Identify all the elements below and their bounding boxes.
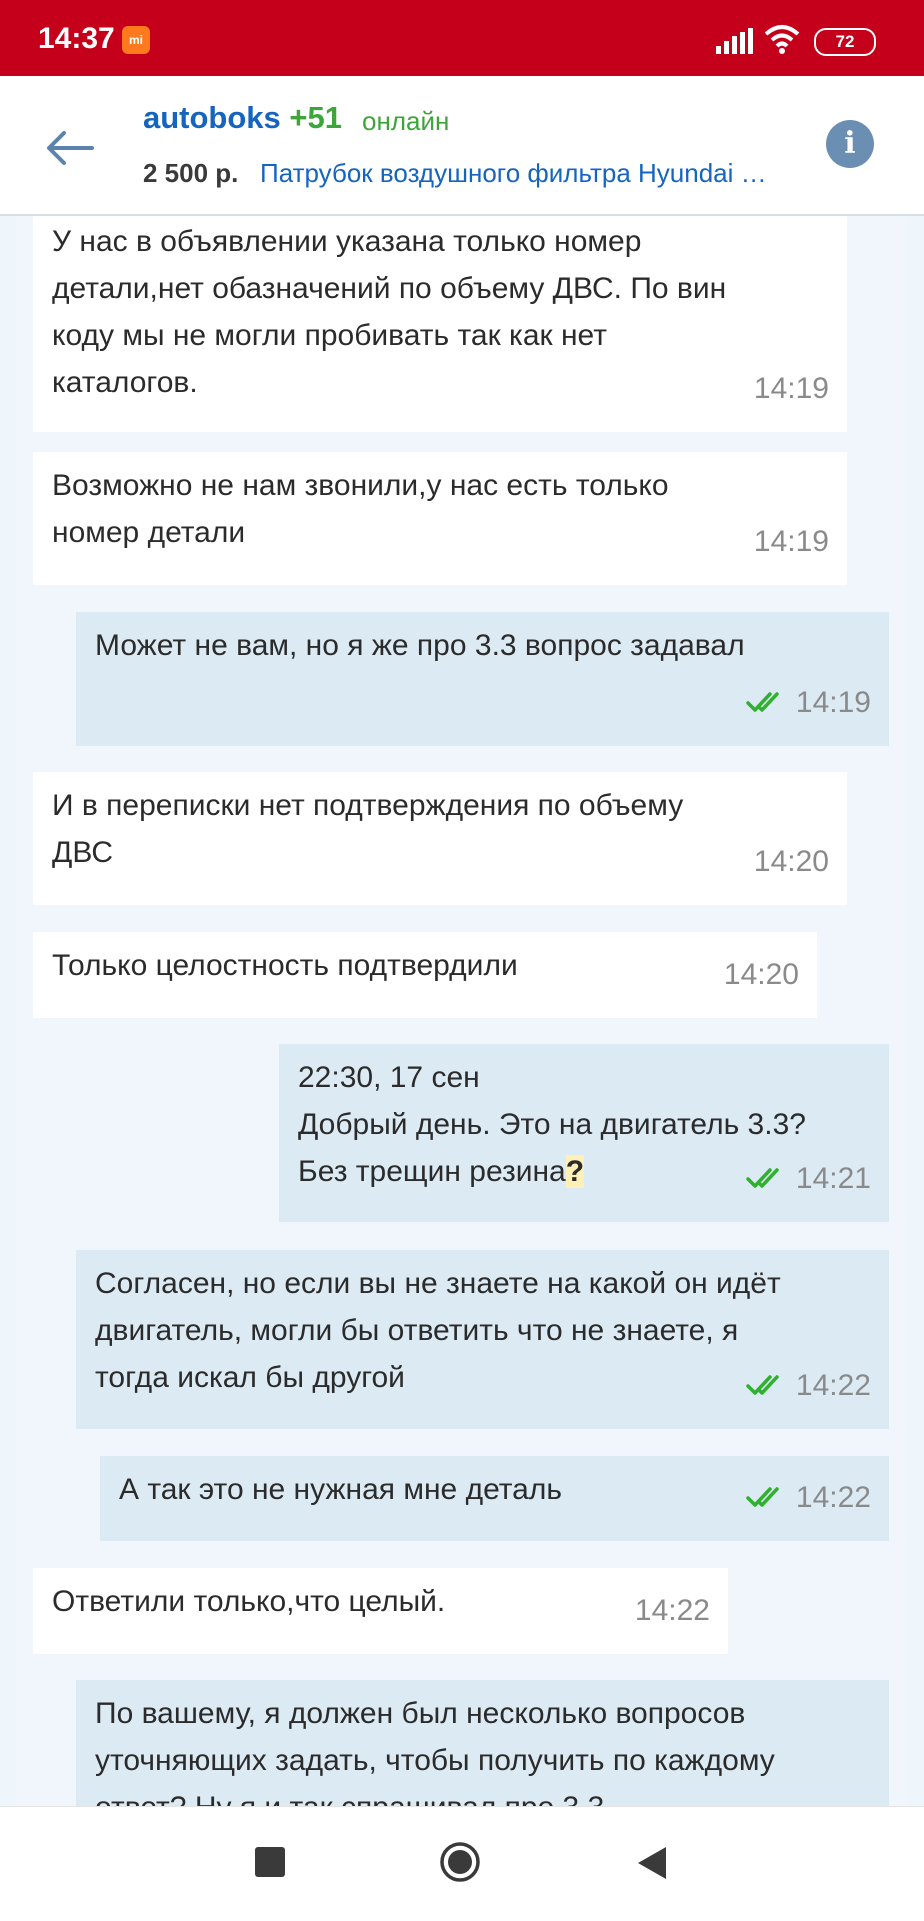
message-bubble-incoming[interactable]: И в переписки нет подтверждения по объем… xyxy=(33,772,847,905)
seller-rating: +51 xyxy=(289,100,343,135)
info-icon[interactable]: i xyxy=(826,120,874,168)
seller-name-text: autoboks xyxy=(143,100,281,135)
message-time: 14:20 xyxy=(753,845,829,878)
status-bar: 14:37 mi 72 xyxy=(0,0,924,76)
message-bubble-incoming[interactable]: Возможно не нам звонили,у нас есть тольк… xyxy=(33,452,847,585)
double-check-icon xyxy=(746,692,779,712)
message-time: 14:21 xyxy=(795,1162,871,1195)
message-time: 14:22 xyxy=(795,1369,871,1402)
quoted-timestamp: 22:30, 17 сен xyxy=(298,1061,480,1094)
online-status: онлайн xyxy=(362,106,450,136)
double-check-icon xyxy=(746,1168,779,1188)
message-text: Возможно не нам звонили,у нас есть тольк… xyxy=(52,469,669,549)
back-triangle-icon[interactable] xyxy=(636,1845,668,1881)
recent-apps-icon[interactable] xyxy=(255,1847,285,1877)
message-text: Добрый день. Это на двигатель 3.3? Без т… xyxy=(298,1108,806,1188)
message-time: 14:20 xyxy=(723,958,799,991)
message-time: 14:19 xyxy=(753,525,829,558)
mi-notification-icon: mi xyxy=(122,26,150,54)
message-bubble-incoming[interactable]: У нас в объявлении указана только номер … xyxy=(33,216,847,432)
chat-header: autoboks +51 онлайн 2 500 р. Патрубок во… xyxy=(0,76,924,216)
system-nav-bar xyxy=(0,1806,924,1921)
item-title-link[interactable]: Патрубок воздушного фильтра Hyundai Sant… xyxy=(260,158,780,189)
message-time: 14:19 xyxy=(795,686,871,719)
message-time: 14:22 xyxy=(634,1594,710,1627)
message-text: Может не вам, но я же про 3.3 вопрос зад… xyxy=(95,629,745,662)
double-check-icon xyxy=(746,1375,779,1395)
highlighted-question-mark: ? xyxy=(565,1155,585,1188)
arrow-left-icon[interactable] xyxy=(42,120,98,176)
message-text: Ответили только,что целый. xyxy=(52,1585,446,1618)
item-price: 2 500 р. xyxy=(143,158,239,188)
home-icon[interactable] xyxy=(439,1841,481,1883)
chat-messages[interactable]: У нас в объявлении указана только номер … xyxy=(0,216,924,1806)
message-bubble-outgoing[interactable]: Может не вам, но я же про 3.3 вопрос зад… xyxy=(76,612,889,746)
seller-name[interactable]: autoboks +51 xyxy=(143,100,342,136)
message-bubble-outgoing[interactable]: А так это не нужная мне деталь 14:22 xyxy=(100,1456,889,1541)
message-text: По вашему, я должен был несколько вопрос… xyxy=(95,1697,775,1806)
wifi-icon xyxy=(764,25,800,54)
message-text: И в переписки нет подтверждения по объем… xyxy=(52,789,684,869)
message-bubble-outgoing-reply[interactable]: 22:30, 17 сен Добрый день. Это на двигат… xyxy=(279,1044,889,1222)
message-bubble-incoming[interactable]: Только целостность подтвердили 14:20 xyxy=(33,932,817,1018)
battery-icon: 72 xyxy=(814,28,876,56)
message-bubble-outgoing[interactable]: По вашему, я должен был несколько вопрос… xyxy=(76,1680,889,1806)
message-time: 14:19 xyxy=(753,372,829,405)
status-time: 14:37 xyxy=(38,22,115,55)
message-bubble-outgoing[interactable]: Согласен, но если вы не знаете на какой … xyxy=(76,1250,889,1429)
message-bubble-incoming[interactable]: Ответили только,что целый. 14:22 xyxy=(33,1568,728,1654)
message-time: 14:22 xyxy=(795,1481,871,1514)
double-check-icon xyxy=(746,1487,779,1507)
message-text: Только целостность подтвердили xyxy=(52,949,518,982)
message-text: У нас в объявлении указана только номер … xyxy=(52,225,727,399)
signal-icon xyxy=(716,28,753,54)
